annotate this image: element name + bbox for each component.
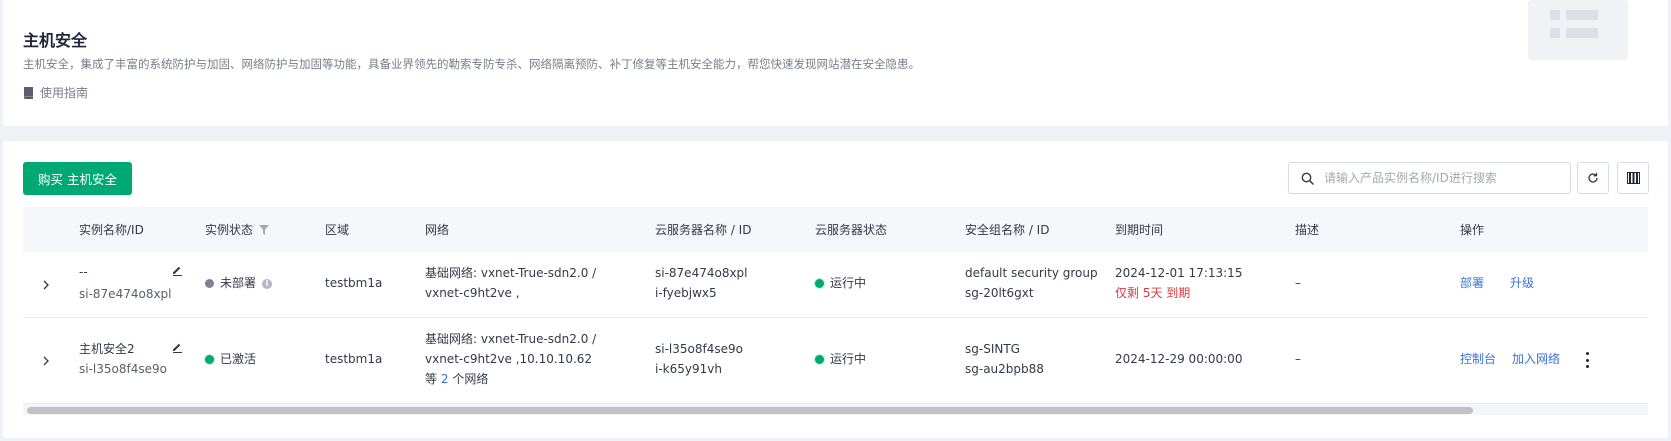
more-vertical-icon[interactable] — [1584, 352, 1590, 368]
refresh-button[interactable] — [1577, 162, 1609, 194]
expand-row-button[interactable] — [40, 279, 52, 291]
instance-id: si-87e474o8xpl — [79, 287, 172, 301]
server-name: si-l35o8f4se9o — [655, 342, 743, 356]
network-count-link[interactable]: 2 — [441, 372, 449, 386]
network-more-prefix: 等 — [425, 372, 438, 386]
network-more-suffix: 个网络 — [452, 372, 489, 386]
buy-button[interactable]: 购买 主机安全 — [23, 162, 132, 195]
region: testbm1a — [325, 352, 383, 366]
expand-row-button[interactable] — [40, 355, 52, 367]
page-title: 主机安全 — [23, 31, 88, 50]
deploy-link[interactable]: 部署 — [1460, 273, 1484, 293]
description: – — [1295, 276, 1301, 290]
edit-icon[interactable] — [171, 264, 183, 276]
server-status: 运行中 — [815, 273, 866, 293]
column-header-description: 描述 — [1295, 223, 1320, 237]
server-status-label: 运行中 — [830, 276, 867, 290]
network-line: vxnet-c9ht2ve ,10.10.10.62 — [425, 352, 593, 366]
join-network-link[interactable]: 加入网络 — [1512, 349, 1560, 369]
column-header-region: 区域 — [325, 223, 350, 237]
security-group-name: sg-SINTG — [965, 342, 1020, 356]
column-header-network: 网络 — [425, 223, 450, 237]
search-box — [1288, 162, 1571, 194]
search-input[interactable] — [1324, 171, 1554, 185]
info-icon[interactable]: i — [262, 278, 273, 289]
column-header-server-status: 云服务器状态 — [815, 223, 888, 237]
column-header-security-group: 安全组名称 / ID — [965, 223, 1050, 237]
table-header: 实例名称/ID 实例状态 区域 网络 云服务器名称 / ID 云服务器状态 安全… — [23, 207, 1648, 252]
guide-link-label: 使用指南 — [40, 86, 89, 100]
column-header-server: 云服务器名称 / ID — [655, 223, 752, 237]
table-row: -- si-87e474o8xpl 未部署 i testbm1a 基础网络: vx… — [23, 252, 1648, 318]
horizontal-scrollbar[interactable] — [23, 403, 1648, 415]
expire-warning: 仅剩 5天 到期 — [1115, 286, 1191, 300]
instance-name: -- — [79, 265, 88, 279]
server-status-label: 运行中 — [830, 352, 867, 366]
upgrade-link[interactable]: 升级 — [1510, 273, 1534, 293]
column-header-status: 实例状态 — [205, 221, 270, 238]
edit-icon[interactable] — [171, 341, 183, 353]
instance-status-label: 未部署 — [220, 276, 257, 290]
status-dot — [815, 355, 824, 364]
security-group-id: sg-20lt6gxt — [965, 286, 1034, 300]
page-header: 主机安全 主机安全，集成了丰富的系统防护与加固、网络防护与加固等功能，具备业界领… — [3, 0, 1668, 126]
security-group-name: default security group — [965, 266, 1098, 280]
network-more: 等 2 个网络 — [425, 369, 488, 389]
columns-icon — [1626, 172, 1640, 184]
console-link[interactable]: 控制台 — [1460, 349, 1496, 369]
column-header-expire: 到期时间 — [1115, 223, 1164, 237]
table-row: 主机安全2 si-l35o8f4se9o 已激活 testbm1a 基础网络: … — [23, 318, 1648, 404]
server-id: i-k65y91vh — [655, 362, 722, 376]
column-header-instance: 实例名称/ID — [79, 223, 144, 237]
guide-link[interactable]: 使用指南 — [23, 84, 88, 101]
search-icon — [1301, 172, 1314, 185]
column-header-actions: 操作 — [1460, 223, 1485, 237]
instance-status: 未部署 i — [205, 273, 273, 293]
network-line: 基础网络: vxnet-True-sdn2.0 / — [425, 332, 597, 346]
expire-time: 2024-12-01 17:13:15 — [1115, 266, 1243, 280]
instance-status: 已激活 — [205, 349, 256, 369]
region: testbm1a — [325, 276, 383, 290]
status-dot — [815, 279, 824, 288]
expire-time: 2024-12-29 00:00:00 — [1115, 352, 1243, 366]
description: – — [1295, 352, 1301, 366]
instances-panel: 购买 主机安全 实例名称/ID 实例状态 区域 网络 云服务器名称 / ID 云… — [3, 141, 1668, 438]
server-id: i-fyebjwx5 — [655, 286, 717, 300]
chevron-right-icon — [43, 356, 49, 366]
network-line: 基础网络: vxnet-True-sdn2.0 / — [425, 266, 597, 280]
chevron-right-icon — [43, 280, 49, 290]
column-settings-button[interactable] — [1617, 162, 1649, 194]
server-status: 运行中 — [815, 349, 866, 369]
status-dot — [205, 355, 214, 364]
server-name: si-87e474o8xpl — [655, 266, 748, 280]
scrollbar-thumb[interactable] — [27, 407, 1473, 414]
refresh-icon — [1588, 172, 1598, 183]
network-line: vxnet-c9ht2ve , — [425, 286, 520, 300]
page-description: 主机安全，集成了丰富的系统防护与加固、网络防护与加固等功能，具备业界领先的勒索专… — [23, 57, 920, 71]
filter-icon[interactable] — [259, 224, 270, 235]
instance-id: si-l35o8f4se9o — [79, 362, 167, 376]
security-group-id: sg-au2bpb88 — [965, 362, 1044, 376]
book-icon — [24, 86, 33, 99]
status-dot — [205, 279, 214, 288]
instance-status-label: 已激活 — [220, 352, 257, 366]
header-illustration — [1528, 0, 1628, 60]
instance-name: 主机安全2 — [79, 342, 135, 356]
instances-table: 实例名称/ID 实例状态 区域 网络 云服务器名称 / ID 云服务器状态 安全… — [23, 207, 1648, 404]
